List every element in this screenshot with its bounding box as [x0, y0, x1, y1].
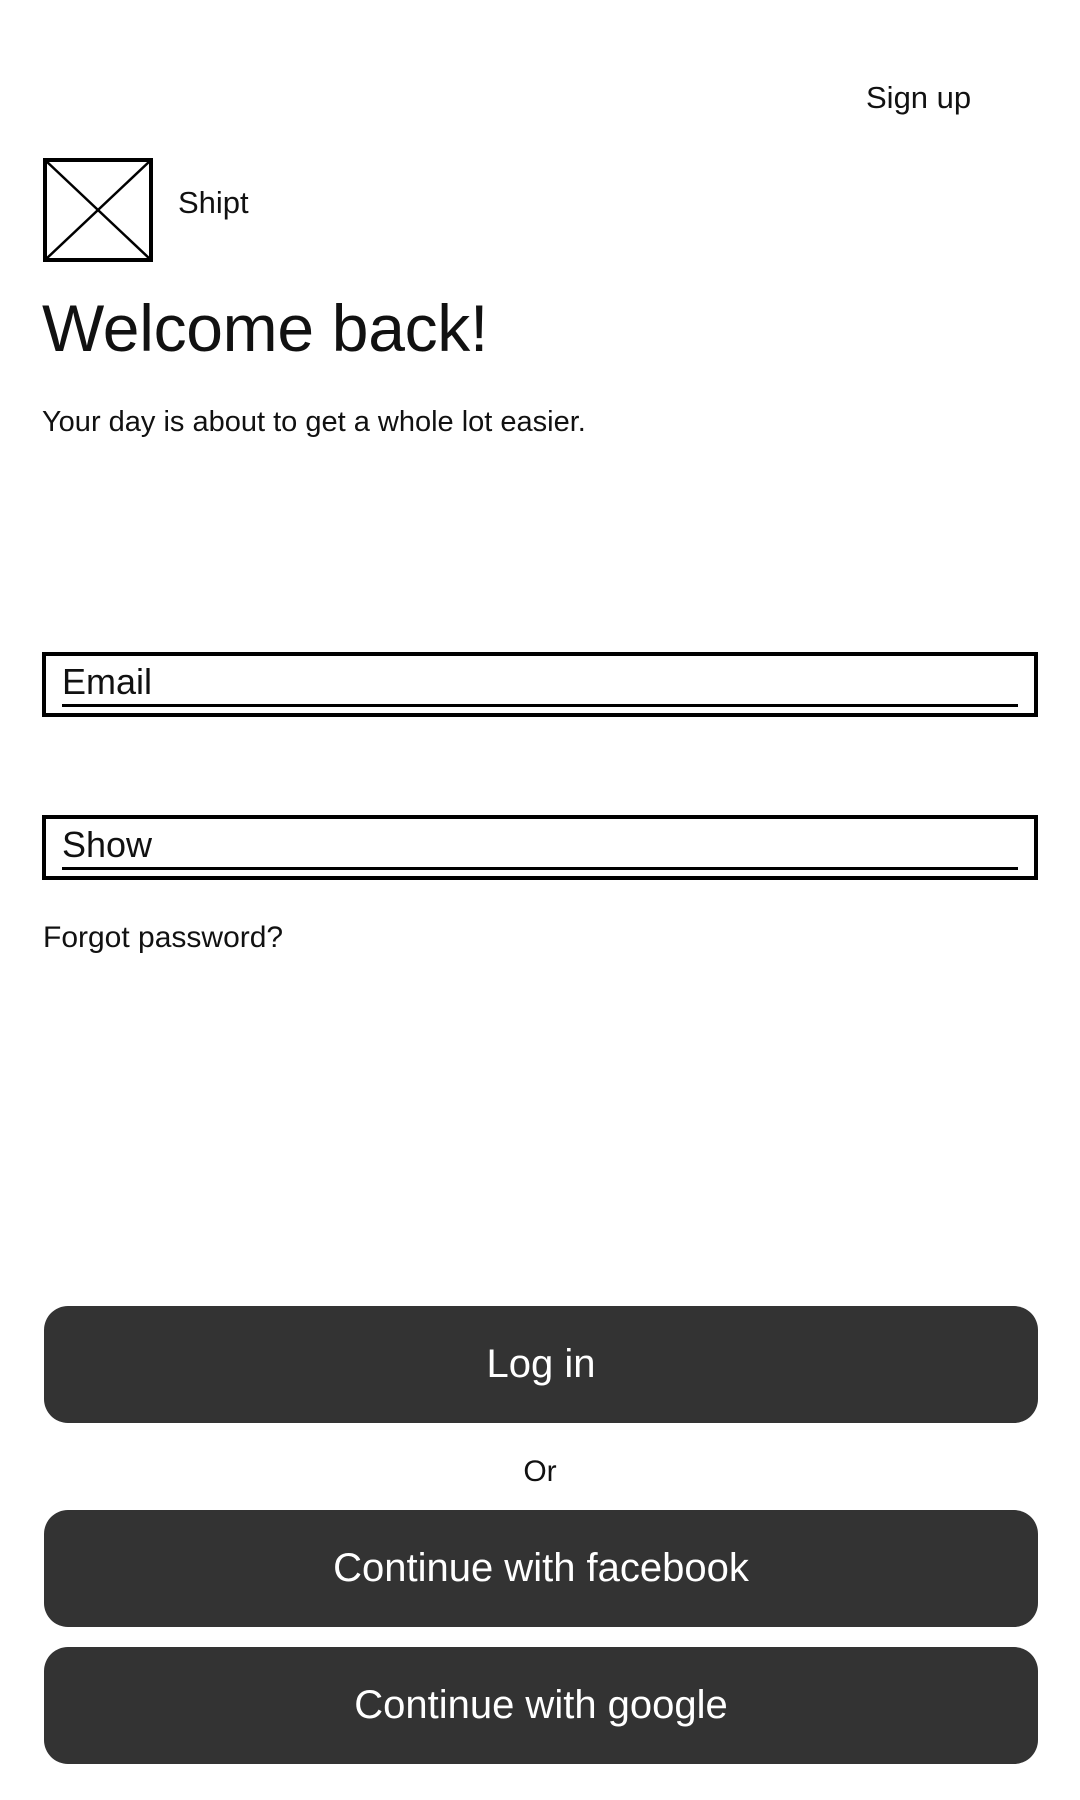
email-field — [42, 652, 1038, 717]
page-subtitle: Your day is about to get a whole lot eas… — [42, 406, 586, 438]
or-divider: Or — [523, 1455, 557, 1488]
password-input[interactable] — [62, 822, 1018, 870]
continue-with-facebook-button[interactable]: Continue with facebook — [44, 1510, 1038, 1627]
brand-name: Shipt — [178, 185, 249, 220]
sign-up-link[interactable]: Sign up — [866, 78, 971, 118]
email-input[interactable] — [62, 659, 1018, 707]
login-button[interactable]: Log in — [44, 1306, 1038, 1423]
forgot-password-link[interactable]: Forgot password? — [43, 918, 283, 958]
password-field — [42, 815, 1038, 880]
image-placeholder-icon — [43, 158, 153, 262]
page-title: Welcome back! — [42, 291, 489, 365]
continue-with-google-button[interactable]: Continue with google — [44, 1647, 1038, 1764]
